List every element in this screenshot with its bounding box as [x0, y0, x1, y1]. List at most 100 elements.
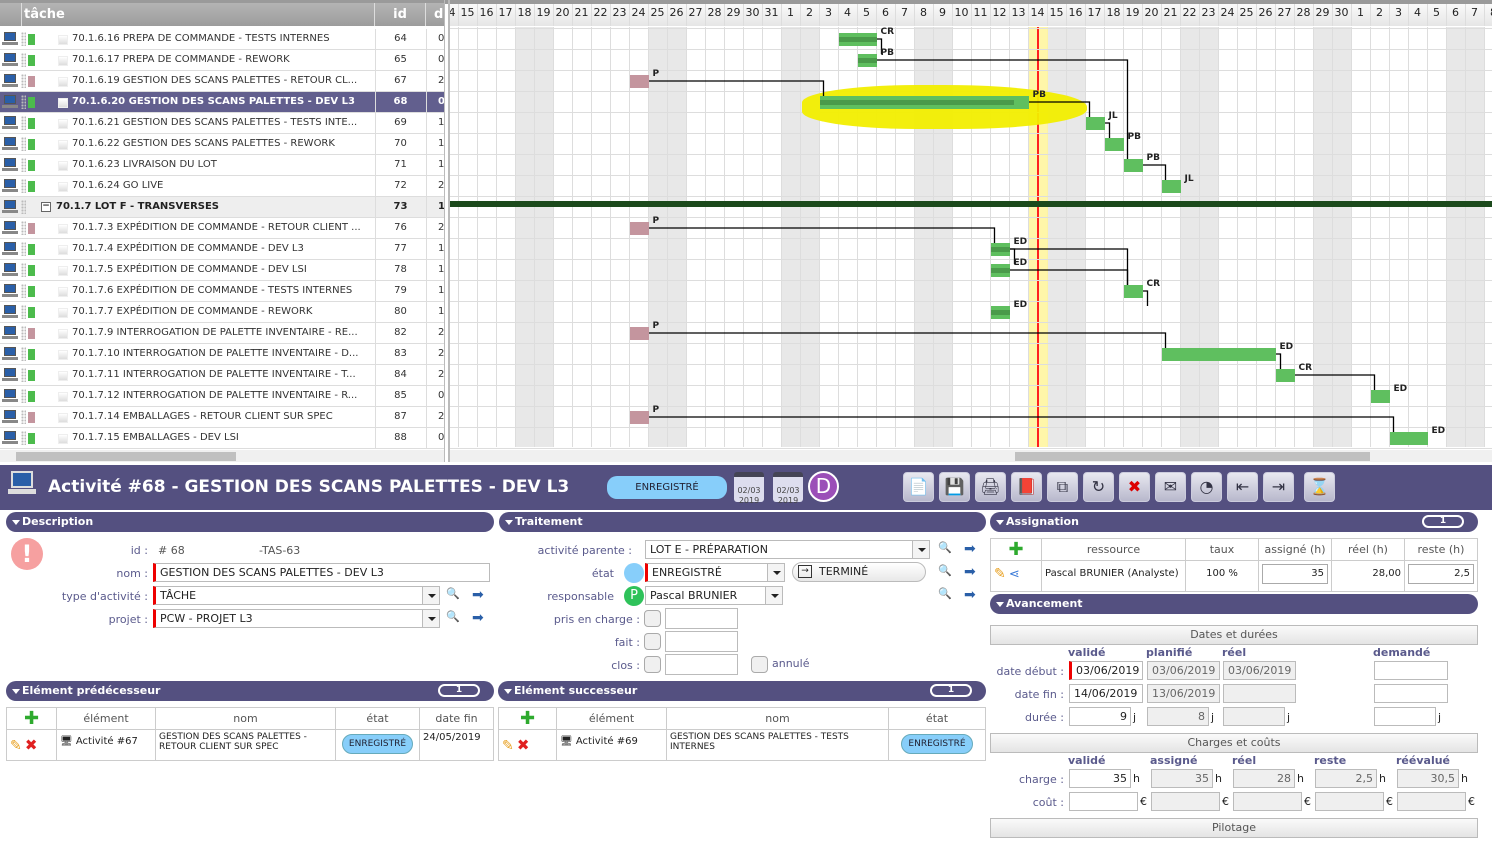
row-checkbox[interactable] — [58, 119, 68, 129]
grid-header-duration[interactable]: d — [426, 3, 444, 26]
table-row[interactable]: 70.1.6.21 GESTION DES SCANS PALETTES - T… — [0, 113, 444, 134]
delete-icon[interactable]: ✖ — [25, 736, 38, 754]
task-name[interactable]: 70.1.7.4 EXPÉDITION DE COMMANDE - DEV L3 — [72, 239, 372, 259]
drag-handle[interactable] — [21, 74, 26, 88]
description-header[interactable]: Description — [6, 512, 494, 532]
grid-header-task[interactable]: tâche — [22, 3, 375, 26]
drag-handle[interactable] — [21, 32, 26, 46]
edit-icon[interactable]: ✎ — [10, 738, 22, 754]
progress-header[interactable]: Avancement — [990, 594, 1478, 614]
search-icon[interactable]: 🔍 — [938, 541, 954, 557]
task-name[interactable]: 70.1.7 LOT F - TRANSVERSES — [56, 197, 356, 217]
start-validated-input[interactable]: 03/06/2019 — [1069, 661, 1143, 680]
row-checkbox[interactable] — [58, 140, 68, 150]
table-row[interactable]: 70.1.7.4 EXPÉDITION DE COMMANDE - DEV L3… — [0, 239, 444, 260]
task-bar[interactable] — [1161, 180, 1181, 193]
treatment-header[interactable]: Traitement — [499, 512, 986, 532]
drag-handle[interactable] — [21, 95, 26, 109]
parent-select[interactable]: LOT E - PRÉPARATION — [645, 540, 930, 559]
add-icon[interactable]: ✚ — [6, 707, 57, 730]
row-checkbox[interactable] — [58, 329, 68, 339]
scroll-thumb[interactable] — [1015, 452, 1370, 461]
row-checkbox[interactable] — [58, 224, 68, 234]
task-bar[interactable] — [990, 264, 1010, 277]
delete-icon[interactable]: ✖ — [517, 736, 530, 754]
table-row[interactable]: 70.1.7.7 EXPÉDITION DE COMMANDE - REWORK… — [0, 302, 444, 323]
task-name[interactable]: 70.1.7.6 EXPÉDITION DE COMMANDE - TESTS … — [72, 281, 372, 301]
task-bar[interactable] — [1123, 285, 1143, 298]
row-checkbox[interactable] — [58, 35, 68, 45]
element-link[interactable]: Activité #69 — [576, 736, 638, 747]
table-row[interactable]: 70.1.7.6 EXPÉDITION DE COMMANDE - TESTS … — [0, 281, 444, 302]
costs-section-header[interactable]: Charges et coûts — [990, 733, 1478, 753]
task-bar[interactable] — [1161, 348, 1276, 361]
row-checkbox[interactable] — [58, 434, 68, 444]
task-name[interactable]: 70.1.6.17 PREPA DE COMMANDE - REWORK — [72, 50, 372, 70]
indent-right-button[interactable]: ⇥ — [1263, 472, 1294, 502]
task-name[interactable]: 70.1.6.16 PREPA DE COMMANDE - TESTS INTE… — [72, 29, 372, 49]
drag-handle[interactable] — [21, 305, 26, 319]
indent-left-button[interactable]: ⇤ — [1227, 472, 1258, 502]
table-row[interactable]: 70.1.7.3 EXPÉDITION DE COMMANDE - RETOUR… — [0, 218, 444, 239]
task-bar[interactable] — [1370, 390, 1390, 403]
work-0[interactable]: 35 — [1069, 769, 1131, 788]
task-bar[interactable] — [1275, 369, 1295, 382]
task-bar[interactable] — [838, 33, 877, 46]
task-name[interactable]: 70.1.6.20 GESTION DES SCANS PALETTES - D… — [72, 92, 372, 112]
task-bar[interactable] — [1123, 159, 1143, 172]
print-button[interactable]: 🖨 — [975, 472, 1006, 502]
table-row[interactable]: 70.1.7.12 INTERROGATION DE PALETTE INVEN… — [0, 386, 444, 407]
row-checkbox[interactable] — [58, 371, 68, 381]
row-checkbox[interactable] — [58, 287, 68, 297]
save-button[interactable]: 💾 — [939, 472, 970, 502]
scroll-thumb[interactable] — [16, 452, 236, 461]
drag-handle[interactable] — [21, 200, 26, 214]
delete-button[interactable]: ✖ — [1119, 472, 1150, 502]
table-row[interactable]: 70.1.6.16 PREPA DE COMMANDE - TESTS INTE… — [0, 29, 444, 50]
cost-0[interactable] — [1069, 792, 1138, 811]
row-checkbox[interactable] — [58, 308, 68, 318]
drag-handle[interactable] — [21, 347, 26, 361]
add-icon[interactable]: ✚ — [498, 707, 557, 730]
drag-handle[interactable] — [21, 242, 26, 256]
drag-handle[interactable] — [21, 221, 26, 235]
table-row[interactable]: 70.1.6.22 GESTION DES SCANS PALETTES - R… — [0, 134, 444, 155]
task-name[interactable]: 70.1.7.12 INTERROGATION DE PALETTE INVEN… — [72, 386, 372, 406]
table-row[interactable]: 70.1.6.19 GESTION DES SCANS PALETTES - R… — [0, 71, 444, 92]
task-name[interactable]: 70.1.7.11 INTERROGATION DE PALETTE INVEN… — [72, 365, 372, 385]
drag-handle[interactable] — [21, 410, 26, 424]
task-name[interactable]: 70.1.7.9 INTERROGATION DE PALETTE INVENT… — [72, 323, 372, 343]
end-requested-input[interactable] — [1374, 684, 1448, 703]
left-input[interactable]: 2,5 — [1408, 564, 1474, 584]
task-name[interactable]: 70.1.6.22 GESTION DES SCANS PALETTES - R… — [72, 134, 372, 154]
search-icon[interactable]: 🔍 — [938, 587, 954, 603]
dates-section-header[interactable]: Dates et durées — [990, 625, 1478, 645]
task-name[interactable]: 70.1.6.24 GO LIVE — [72, 176, 372, 196]
done-checkbox[interactable] — [644, 633, 661, 650]
drag-handle[interactable] — [21, 116, 26, 130]
table-row[interactable]: 70.1.7.10 INTERROGATION DE PALETTE INVEN… — [0, 344, 444, 365]
table-row[interactable]: 70.1.7.5 EXPÉDITION DE COMMANDE - DEV LS… — [0, 260, 444, 281]
assignment-header[interactable]: Assignation 1 — [990, 512, 1478, 532]
updated-date-icon[interactable]: 02/03 2019 — [773, 472, 803, 505]
search-icon[interactable]: 🔍 — [446, 587, 462, 603]
drag-handle[interactable] — [21, 326, 26, 340]
copy-button[interactable]: ⧉ — [1047, 472, 1078, 502]
start-requested-input[interactable] — [1374, 661, 1448, 680]
state-select[interactable]: ENREGISTRÉ — [645, 563, 785, 582]
row-checkbox[interactable] — [58, 77, 68, 87]
goto-icon[interactable]: ➡ — [472, 610, 488, 626]
row-checkbox[interactable] — [58, 182, 68, 192]
task-name[interactable]: 70.1.6.19 GESTION DES SCANS PALETTES - R… — [72, 71, 372, 91]
goto-icon[interactable]: ➡ — [964, 587, 980, 603]
table-row[interactable]: −70.1.7 LOT F - TRANSVERSES 7318 — [0, 197, 444, 218]
drag-handle[interactable] — [21, 389, 26, 403]
table-row[interactable]: 70.1.6.24 GO LIVE 72 2 — [0, 176, 444, 197]
row-checkbox[interactable] — [58, 392, 68, 402]
table-row[interactable]: 70.1.7.15 EMBALLAGES - DEV LSI 88 0 — [0, 428, 444, 449]
next-state-button[interactable]: → TERMINÉ — [792, 562, 926, 582]
drag-handle[interactable] — [21, 263, 26, 277]
task-bar[interactable] — [990, 243, 1010, 256]
end-validated-input[interactable]: 14/06/2019 — [1069, 684, 1143, 703]
search-icon[interactable]: 🔍 — [938, 564, 954, 580]
